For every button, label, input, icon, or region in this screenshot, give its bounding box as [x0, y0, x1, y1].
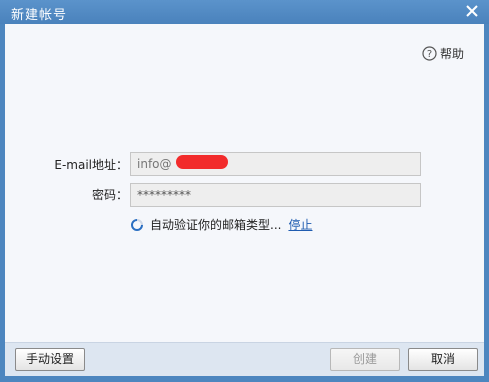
password-label: 密码： [91, 188, 128, 202]
new-account-dialog: 新建帐号 ? 帮助 E-mail地址： info@ 密码： ********* [0, 0, 489, 382]
create-button[interactable]: 创建 [330, 348, 400, 371]
manual-settings-button[interactable]: 手动设置 [15, 348, 85, 371]
dialog-title: 新建帐号 [11, 8, 68, 23]
dialog-footer: 手动设置 创建 取消 [5, 342, 484, 376]
loading-spinner-icon [131, 218, 143, 231]
help-label: 帮助 [439, 46, 464, 61]
email-label: E-mail地址： [54, 158, 128, 172]
verifying-text: 自动验证你的邮箱类型... [150, 218, 282, 232]
dialog-body: ? 帮助 E-mail地址： info@ 密码： ********* 自动验证你… [5, 24, 484, 342]
close-button[interactable] [463, 2, 481, 20]
verification-status: 自动验证你的邮箱类型... 停止 [131, 216, 312, 233]
svg-text:?: ? [427, 49, 432, 60]
email-field[interactable]: info@ [130, 152, 421, 176]
cancel-button[interactable]: 取消 [408, 348, 478, 371]
help-link[interactable]: ? 帮助 [422, 44, 464, 62]
close-icon [466, 5, 478, 17]
redaction-mark [176, 155, 228, 169]
stop-link[interactable]: 停止 [288, 216, 312, 233]
title-bar: 新建帐号 [0, 0, 489, 24]
help-icon: ? [422, 45, 437, 61]
password-field[interactable]: ********* [130, 183, 421, 207]
